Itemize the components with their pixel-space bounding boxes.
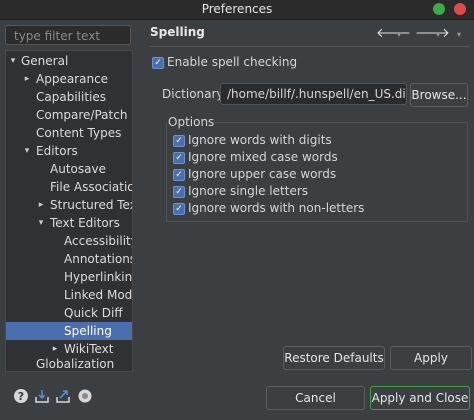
checkbox-checked-icon[interactable]: ✓ (173, 185, 185, 198)
checkbox-label: Ignore mixed case words (188, 150, 338, 164)
expanded-icon[interactable]: ▾ (8, 52, 18, 70)
tree-item-label: Quick Diff (64, 306, 123, 320)
collapsed-icon[interactable]: ▸ (36, 196, 46, 214)
forward-dropdown-icon[interactable]: ▾ (436, 28, 440, 42)
record-icon[interactable] (77, 388, 93, 404)
header-divider (150, 46, 470, 47)
tree-item-autosave[interactable]: Autosave (6, 160, 132, 178)
tree-item-label: Capabilities (36, 90, 106, 104)
tree-item-label: Globalization (36, 357, 115, 371)
enable-spell-checking-checkbox[interactable]: ✓ Enable spell checking (152, 54, 297, 70)
minimize-button[interactable] (433, 3, 445, 15)
tree-item-label: General (21, 54, 69, 68)
ignore-single-letters-checkbox[interactable]: ✓ Ignore single letters (173, 183, 308, 199)
apply-and-close-button[interactable]: Apply and Close (370, 386, 470, 410)
ignore-digits-checkbox[interactable]: ✓ Ignore words with digits (173, 132, 332, 148)
export-icon[interactable] (55, 388, 71, 404)
cancel-button[interactable]: Cancel (266, 386, 365, 410)
checkbox-checked-icon[interactable]: ✓ (173, 134, 185, 147)
expanded-icon[interactable]: ▾ (36, 214, 46, 232)
tree-item-label: File Associations (50, 180, 132, 194)
dictionary-path-field[interactable]: /home/billf/.hunspell/en_US.dic (220, 83, 407, 105)
tree-item-editors[interactable]: ▾ Editors (6, 142, 132, 160)
tree-item-label: Structured Text E (50, 198, 132, 212)
collapsed-icon[interactable]: ▸ (22, 70, 32, 88)
tree-item-quick-diff[interactable]: Quick Diff (6, 304, 132, 322)
checkbox-checked-icon[interactable]: ✓ (173, 202, 185, 215)
page-title: Spelling (150, 25, 205, 39)
checkbox-label: Enable spell checking (167, 55, 298, 69)
tree-item-appearance[interactable]: ▸ Appearance (6, 70, 132, 88)
tree-item-label: Accessibility (64, 234, 133, 248)
tree-item-annotations[interactable]: Annotations (6, 250, 132, 268)
forward-arrow-icon[interactable]: 🡒 (415, 27, 450, 41)
back-arrow-icon[interactable]: 🡐 (376, 27, 411, 41)
checkbox-label: Ignore upper case words (188, 167, 337, 181)
expanded-icon[interactable]: ▾ (22, 142, 32, 160)
browse-button[interactable]: Browse... (410, 83, 468, 107)
checkbox-label: Ignore single letters (188, 184, 309, 198)
tree-item-accessibility[interactable]: Accessibility (6, 232, 132, 250)
import-icon[interactable] (34, 388, 50, 404)
dictionary-label: Dictionary (162, 87, 224, 101)
ignore-non-letters-checkbox[interactable]: ✓ Ignore words with non-letters (173, 200, 364, 216)
tree-item-label: Spelling (64, 324, 112, 338)
tree-item-file-associations[interactable]: File Associations (6, 178, 132, 196)
tree-item-globalization[interactable]: Globalization (6, 355, 132, 371)
svg-text:?: ? (18, 390, 24, 403)
tree-item-label: Text Editors (50, 216, 120, 230)
options-group-title: Options (167, 115, 216, 129)
tree-item-structured-text[interactable]: ▸ Structured Text E (6, 196, 132, 214)
tree-item-label: Autosave (50, 162, 106, 176)
tree-item-label: Linked Mode (64, 288, 133, 302)
tree-item-label: Appearance (36, 72, 109, 86)
tree-item-content-types[interactable]: Content Types (6, 124, 132, 142)
filter-input[interactable]: type filter text (5, 25, 131, 45)
ignore-mixed-case-checkbox[interactable]: ✓ Ignore mixed case words (173, 149, 338, 165)
tree-item-label: Annotations (64, 252, 133, 266)
window-title: Preferences (201, 2, 273, 16)
checkbox-checked-icon[interactable]: ✓ (152, 56, 164, 69)
apply-button[interactable]: Apply (390, 346, 472, 370)
ignore-upper-case-checkbox[interactable]: ✓ Ignore upper case words (173, 166, 336, 182)
tree-item-label: Editors (36, 144, 78, 158)
tree-item-spelling[interactable]: Spelling (6, 322, 132, 340)
title-bar: Preferences (0, 0, 474, 20)
close-button[interactable] (454, 3, 466, 15)
back-dropdown-icon[interactable]: ▾ (397, 28, 401, 42)
tree-item-text-editors[interactable]: ▾ Text Editors (6, 214, 132, 232)
tree-item-hyperlinking[interactable]: Hyperlinking (6, 268, 132, 286)
help-icon[interactable]: ? (13, 388, 29, 404)
checkbox-checked-icon[interactable]: ✓ (173, 168, 185, 181)
tree-item-compare-patch[interactable]: Compare/Patch (6, 106, 132, 124)
preferences-tree[interactable]: ▾ General ▸ Appearance Capabilities Comp… (5, 50, 133, 372)
tree-item-general[interactable]: ▾ General (6, 52, 132, 70)
view-menu-icon[interactable]: ▾ (457, 28, 461, 42)
restore-defaults-button[interactable]: Restore Defaults (283, 346, 385, 370)
tree-item-capabilities[interactable]: Capabilities (6, 88, 132, 106)
tree-item-linked-mode[interactable]: Linked Mode (6, 286, 132, 304)
tree-item-label: Compare/Patch (36, 108, 128, 122)
tree-item-label: Content Types (36, 126, 122, 140)
checkbox-label: Ignore words with non-letters (188, 201, 365, 215)
tree-item-label: Hyperlinking (64, 270, 133, 284)
checkbox-label: Ignore words with digits (188, 133, 332, 147)
checkbox-checked-icon[interactable]: ✓ (173, 151, 185, 164)
